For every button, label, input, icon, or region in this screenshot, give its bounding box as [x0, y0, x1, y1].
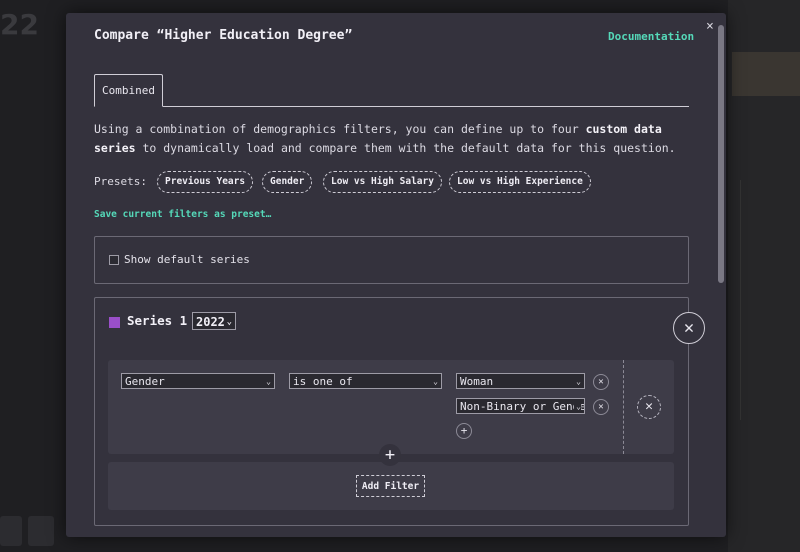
tab-bar: Combined: [94, 74, 689, 107]
chevron-down-icon: ⌄: [574, 374, 581, 388]
chevron-down-icon: ⌄: [574, 399, 581, 413]
chevron-down-icon: ⌄: [226, 317, 232, 327]
modal-title: Compare “Higher Education Degree”: [94, 28, 353, 43]
preset-low-vs-high-salary[interactable]: Low vs High Salary: [323, 171, 442, 193]
add-filter-button[interactable]: Add Filter: [356, 475, 425, 497]
preset-gender[interactable]: Gender: [262, 171, 313, 193]
compare-modal: Compare “Higher Education Degree” Docume…: [66, 13, 726, 537]
show-default-checkbox[interactable]: [109, 255, 119, 265]
tab-combined[interactable]: Combined: [94, 74, 163, 107]
preset-low-vs-high-experience[interactable]: Low vs High Experience: [449, 171, 591, 193]
presets-label: Presets:: [94, 175, 147, 188]
background-button: [28, 516, 54, 546]
close-icon[interactable]: ×: [706, 19, 714, 34]
filter-value-select[interactable]: Non-Binary or Gender Non-Conforming ⌄: [456, 398, 585, 414]
chevron-down-icon: ⌄: [264, 374, 271, 388]
remove-series-button[interactable]: ✕: [673, 312, 705, 344]
show-default-label[interactable]: Show default series: [124, 253, 250, 266]
series-color-swatch: [109, 317, 120, 328]
chevron-down-icon: ⌄: [431, 374, 438, 388]
filter-divider: [623, 360, 624, 454]
filter-operator-value: is one of: [293, 375, 353, 388]
filter-value-text: Woman: [460, 375, 494, 388]
filter-operator-select[interactable]: is one of ⌄: [289, 373, 442, 389]
add-value-button[interactable]: +: [456, 423, 472, 439]
remove-value-button[interactable]: ✕: [593, 374, 609, 390]
documentation-link[interactable]: Documentation: [608, 30, 694, 43]
background-chart: [740, 180, 800, 420]
background-number: 22: [0, 8, 39, 41]
save-preset-link[interactable]: Save current filters as preset…: [94, 209, 271, 220]
filter-field-value: Gender: [125, 375, 165, 388]
scrollbar-thumb[interactable]: [718, 25, 724, 283]
add-filter-group: Add Filter: [108, 462, 674, 510]
filter-group: Gender ⌄ is one of ⌄ Woman ⌄ ✕ Non-Binar…: [108, 360, 674, 454]
intro-text-start: Using a combination of demographics filt…: [94, 122, 586, 136]
year-value: 2022: [196, 315, 225, 329]
year-select[interactable]: 2022 ⌄: [192, 312, 236, 330]
filter-value-text: Non-Binary or Gender Non-Conforming: [460, 400, 584, 413]
background-button: [0, 516, 22, 546]
intro-text: Using a combination of demographics filt…: [94, 120, 694, 158]
preset-previous-years[interactable]: Previous Years: [157, 171, 254, 193]
intro-text-end: to dynamically load and compare them wit…: [135, 141, 676, 155]
background-card: [732, 52, 800, 96]
remove-filter-button[interactable]: ✕: [637, 395, 661, 419]
default-series-panel: Show default series: [94, 236, 689, 284]
filter-field-select[interactable]: Gender ⌄: [121, 373, 275, 389]
series-panel: Series 1 2022 ⌄ ✕ Gender ⌄ is one of ⌄ W…: [94, 297, 705, 526]
remove-value-button[interactable]: ✕: [593, 399, 609, 415]
series-title: Series 1: [127, 313, 188, 328]
scrollbar[interactable]: [716, 19, 726, 531]
filter-value-select[interactable]: Woman ⌄: [456, 373, 585, 389]
add-filter-group-button[interactable]: +: [379, 444, 401, 466]
